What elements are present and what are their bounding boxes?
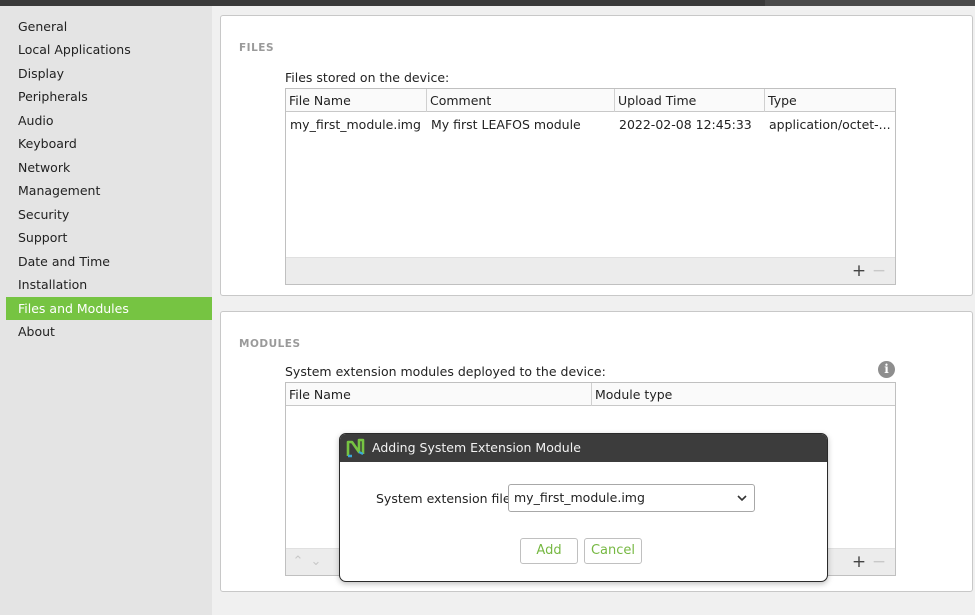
modules-description: System extension modules deployed to the… [285,364,606,379]
files-description: Files stored on the device: [285,70,450,85]
sidebar-item-network[interactable]: Network [6,156,212,179]
column-header-file-name[interactable]: File Name [286,89,427,112]
modules-section-title: MODULES [239,338,301,350]
files-section-title: FILES [239,42,275,54]
sidebar: General Local Applications Display Perip… [0,6,212,615]
sidebar-item-installation[interactable]: Installation [6,273,212,296]
files-table-header: File Name Comment Upload Time Type [286,89,895,112]
system-extension-file-select[interactable]: my_first_module.img [508,484,755,512]
add-button[interactable]: Add [520,538,578,564]
sidebar-item-peripherals[interactable]: Peripherals [6,85,212,108]
modules-table-header: File Name Module type [286,383,895,406]
dialog-title: Adding System Extension Module [372,440,581,455]
sidebar-item-local-applications[interactable]: Local Applications [6,38,212,61]
dialog-titlebar[interactable]: Adding System Extension Module [340,434,827,462]
cell-upload-time: 2022-02-08 12:45:33 [619,117,752,132]
sidebar-item-support[interactable]: Support [6,226,212,249]
system-extension-file-label: System extension file: [376,491,515,506]
sidebar-item-audio[interactable]: Audio [6,109,212,132]
move-down-button[interactable]: ⌄ [306,552,326,572]
column-header-file-name[interactable]: File Name [286,383,592,406]
add-module-button[interactable]: + [849,552,869,572]
selected-file-value: my_first_module.img [514,490,645,505]
files-panel: FILES Files stored on the device: File N… [220,15,973,296]
sidebar-item-files-and-modules[interactable]: Files and Modules [6,297,212,320]
info-icon[interactable]: i [878,361,895,378]
sidebar-item-about[interactable]: About [6,320,212,343]
app-logo-icon [346,438,365,458]
files-table: File Name Comment Upload Time Type my_fi… [285,88,896,285]
column-header-upload-time[interactable]: Upload Time [615,89,765,112]
cell-comment: My first LEAFOS module [431,117,581,132]
column-header-comment[interactable]: Comment [427,89,615,112]
remove-file-button[interactable]: − [869,261,889,281]
sidebar-item-keyboard[interactable]: Keyboard [6,132,212,155]
table-row[interactable]: my_first_module.img My first LEAFOS modu… [286,113,895,136]
move-up-button[interactable]: ⌃ [288,552,308,572]
remove-module-button[interactable]: − [869,552,889,572]
column-header-type[interactable]: Type [765,89,895,112]
cell-type: application/octet-... [769,117,891,132]
sidebar-item-general[interactable]: General [6,15,212,38]
cancel-button[interactable]: Cancel [584,538,642,564]
add-module-dialog: Adding System Extension Module System ex… [339,433,828,582]
sidebar-item-management[interactable]: Management [6,179,212,202]
add-file-button[interactable]: + [849,261,869,281]
sidebar-item-date-and-time[interactable]: Date and Time [6,250,212,273]
sidebar-item-display[interactable]: Display [6,62,212,85]
chevron-down-icon [737,495,747,502]
cell-file-name: my_first_module.img [290,117,421,132]
sidebar-item-security[interactable]: Security [6,203,212,226]
column-header-module-type[interactable]: Module type [592,383,895,406]
files-table-footer: + − [286,257,895,284]
